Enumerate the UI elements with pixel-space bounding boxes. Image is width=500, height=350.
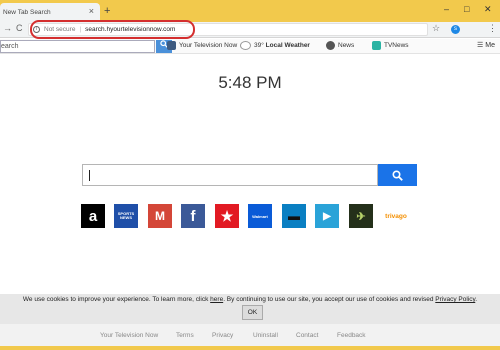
browser-menu-icon[interactable]: ⋮ (488, 23, 497, 34)
main-search-input[interactable] (82, 164, 378, 186)
tv-icon (167, 41, 176, 50)
extension-icon[interactable]: s (451, 25, 460, 34)
reload-icon[interactable]: C (16, 23, 23, 33)
sports-news-icon: SPORTS NEWS (117, 211, 135, 220)
tab-close-icon[interactable]: × (89, 6, 94, 16)
toolbar-item-your-television-now[interactable]: Your Television Now (167, 41, 237, 50)
forward-icon[interactable]: → (3, 23, 12, 33)
tab-title: New Tab Search (3, 9, 51, 16)
hamburger-icon: ☰ (477, 42, 484, 49)
toolbar-item-label: TVNews (384, 42, 409, 49)
footer: Your Television Now Terms Privacy Uninst… (0, 324, 500, 348)
minimize-icon[interactable]: – (444, 4, 449, 14)
walmart-tile[interactable]: Walmart (248, 204, 272, 228)
amazon-tile[interactable]: a (81, 204, 105, 228)
facebook-icon: f (190, 207, 196, 225)
bookmark-star-icon[interactable]: ☆ (432, 23, 440, 34)
travel-tile[interactable]: ✈ (349, 204, 373, 228)
cookie-here-link[interactable]: here (210, 296, 223, 303)
main-search-button[interactable] (378, 164, 417, 186)
weather-label: Local Weather (265, 42, 310, 49)
toolbar-item-weather[interactable]: 39° Local Weather (240, 41, 310, 50)
footer-link-terms[interactable]: Terms (176, 332, 194, 339)
toolbar-item-label: News (338, 42, 355, 49)
footer-link-your-television-now[interactable]: Your Television Now (100, 332, 158, 339)
toolbar-menu-label: Me (485, 42, 495, 49)
macys-star-icon: ★ (220, 207, 234, 224)
gmail-tile[interactable]: M (148, 204, 172, 228)
cookie-text: We use cookies to improve your experienc… (22, 296, 478, 303)
plane-icon: ✈ (356, 210, 366, 223)
tv-news-icon (372, 41, 381, 50)
cookie-ok-button[interactable]: OK (242, 305, 263, 320)
weather-icon (240, 41, 251, 50)
trivago-logo: trivago (385, 212, 407, 220)
footer-link-contact[interactable]: Contact (296, 332, 318, 339)
maximize-icon[interactable]: □ (464, 4, 469, 14)
bottom-border (0, 346, 500, 350)
walmart-icon: Walmart (252, 213, 268, 219)
macys-tile[interactable]: ★ (215, 204, 239, 228)
facebook-tile[interactable]: f (181, 204, 205, 228)
toolbar-menu[interactable]: ☰ Me (477, 41, 495, 49)
tv-icon: ▬ (288, 209, 300, 223)
toolbar-item-label: Your Television Now (179, 42, 238, 49)
news-icon (326, 41, 335, 50)
text-cursor (89, 170, 90, 181)
footer-link-feedback[interactable]: Feedback (337, 332, 366, 339)
toolbar-item-tvnews[interactable]: TVNews (372, 41, 409, 50)
close-window-icon[interactable]: ✕ (484, 4, 492, 15)
footer-link-privacy[interactable]: Privacy (212, 332, 233, 339)
new-tab-button[interactable]: + (104, 5, 110, 17)
extension-toolbar: earch Your Television Now 39° Local Weat… (0, 39, 500, 54)
footer-link-uninstall[interactable]: Uninstall (253, 332, 278, 339)
video-tile[interactable]: ▶ (315, 204, 339, 228)
sports-news-tile[interactable]: SPORTS NEWS (114, 204, 138, 228)
cookie-consent-bar: We use cookies to improve your experienc… (0, 294, 500, 324)
toolbar-search-input[interactable]: earch (0, 40, 155, 53)
privacy-policy-link[interactable]: Privacy Policy (435, 296, 475, 303)
trivago-tile[interactable]: trivago (381, 204, 411, 228)
tv-tile[interactable]: ▬ (282, 204, 306, 228)
clock: 5:48 PM (218, 73, 282, 92)
weather-temp: 39° (254, 42, 264, 49)
video-play-icon: ▶ (323, 210, 331, 222)
amazon-icon: a (88, 207, 98, 225)
search-icon (392, 169, 403, 181)
gmail-icon: M (155, 209, 165, 223)
tab-strip: New Tab Search × + – □ ✕ (0, 0, 500, 22)
toolbar-item-news[interactable]: News (326, 41, 354, 50)
url-highlight-annotation (30, 20, 195, 39)
